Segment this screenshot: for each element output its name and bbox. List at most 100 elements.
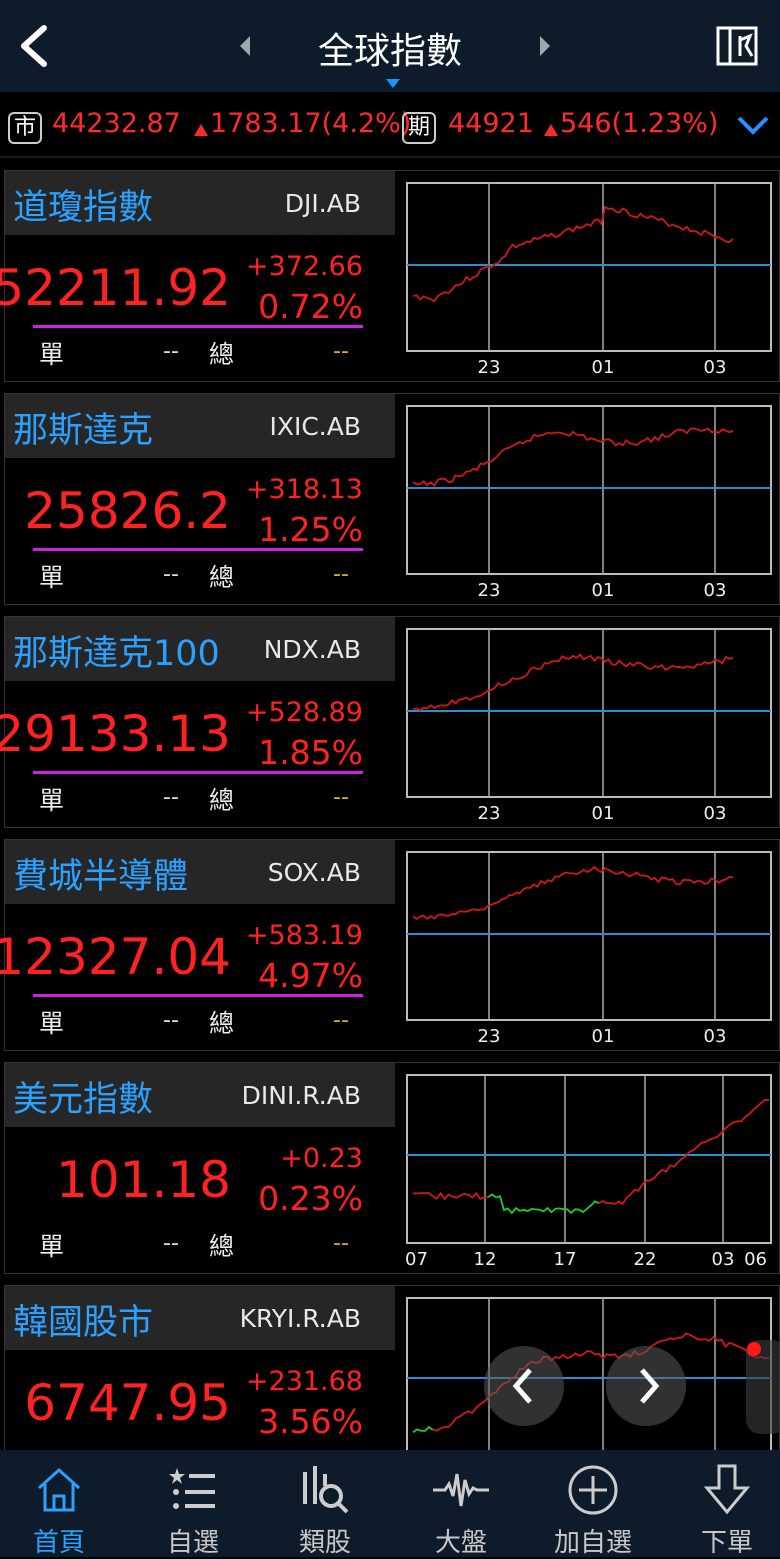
nav-watchlist[interactable]: 自選 xyxy=(138,1464,248,1559)
total-volume-value: -- xyxy=(333,339,349,364)
total-volume-value: -- xyxy=(333,1231,349,1256)
market-ticker[interactable]: 市 44232.87 1783.17(4.2%) 期 44921 546(1.2… xyxy=(0,92,780,158)
total-volume-label: 總 xyxy=(209,1009,235,1038)
layout-switch-icon[interactable] xyxy=(716,26,758,66)
nav-add-watchlist[interactable]: 加自選 xyxy=(538,1464,648,1559)
single-volume-value: -- xyxy=(163,1008,179,1033)
x-tick-label: 01 xyxy=(592,580,615,601)
index-change: +583.19 xyxy=(245,920,363,951)
index-change-percent: 0.23% xyxy=(258,1179,363,1218)
index-code: DJI.AB xyxy=(284,189,361,218)
nav-market[interactable]: 大盤 xyxy=(406,1464,516,1559)
index-change: +231.68 xyxy=(245,1366,363,1397)
total-volume-label: 總 xyxy=(209,786,235,815)
top-bar: 全球指數 xyxy=(0,0,780,92)
x-tick-label: 03 xyxy=(704,1026,727,1047)
index-change: +318.13 xyxy=(245,474,363,505)
market-change: 1783.17(4.2%) xyxy=(210,108,412,139)
index-change-percent: 0.72% xyxy=(258,287,363,326)
chart-frame xyxy=(406,182,772,352)
index-card[interactable]: 道瓊指數 DJI.AB 52211.92 +372.66 0.72% 單 -- 總 -- 23 01… xyxy=(0,170,780,382)
card-header: 韓國股市 KRYI.R.AB xyxy=(5,1286,395,1350)
index-price: 29133.13 xyxy=(0,705,231,763)
scroll-prev-button[interactable] xyxy=(484,1346,564,1426)
futures-change: 546(1.23%) xyxy=(560,108,719,139)
chevron-down-icon[interactable] xyxy=(736,114,770,136)
card-header: 費城半導體 SOX.AB xyxy=(5,840,395,904)
index-change-percent: 4.97% xyxy=(258,956,363,995)
chevron-right-icon xyxy=(640,1368,660,1404)
nav-label: 類股 xyxy=(298,1528,351,1558)
x-tick-label: 22 xyxy=(634,1249,657,1270)
chart-frame xyxy=(406,1297,772,1455)
x-tick-label: 17 xyxy=(554,1249,577,1270)
single-volume-label: 單 xyxy=(39,340,65,369)
nav-order[interactable]: 下單 xyxy=(672,1464,780,1559)
home-icon xyxy=(37,1467,81,1512)
mini-trend-chart: 23 01 03 xyxy=(406,405,772,601)
index-price: 25826.2 xyxy=(24,482,231,540)
x-tick-label: 23 xyxy=(478,803,501,824)
nav-label: 加自選 xyxy=(553,1528,632,1558)
x-tick-label: 23 xyxy=(478,1026,501,1047)
page-title: 全球指數 xyxy=(317,31,462,72)
index-card[interactable]: 那斯達克 IXIC.AB 25826.2 +318.13 1.25% 單 -- 總 -- 23 01… xyxy=(4,393,780,605)
bottom-nav: 首頁 自選 類股 大盤 加自選 下單 xyxy=(0,1450,780,1559)
index-code: SOX.AB xyxy=(267,858,361,887)
scroll-next-button[interactable] xyxy=(606,1346,686,1426)
futures-value: 44921 xyxy=(448,108,534,139)
total-volume-value: -- xyxy=(333,562,349,587)
sector-search-icon xyxy=(303,1466,349,1514)
x-tick-label: 03 xyxy=(704,803,727,824)
chevron-left-icon xyxy=(512,1368,532,1404)
index-change-percent: 3.56% xyxy=(258,1402,363,1441)
index-name: 韓國股市 xyxy=(13,1303,154,1343)
index-price: 52211.92 xyxy=(0,259,231,317)
pulse-icon xyxy=(433,1473,489,1507)
index-name: 那斯達克 xyxy=(13,411,154,451)
total-volume-value: -- xyxy=(333,785,349,810)
market-box: 市 xyxy=(8,112,42,144)
volume-bar xyxy=(33,548,363,551)
total-volume-label: 總 xyxy=(209,1232,235,1261)
x-tick-label: 03 xyxy=(704,357,727,378)
x-tick-label: 23 xyxy=(478,357,501,378)
next-page-icon[interactable] xyxy=(536,34,554,58)
index-name: 道瓊指數 xyxy=(13,188,154,228)
index-change-percent: 1.25% xyxy=(258,510,363,549)
index-code: KRYI.R.AB xyxy=(239,1304,361,1333)
futures-box: 期 xyxy=(402,112,436,144)
index-change: +0.23 xyxy=(280,1143,363,1174)
up-triangle-icon xyxy=(194,124,208,136)
index-change: +372.66 xyxy=(245,251,363,282)
nav-sector[interactable]: 類股 xyxy=(270,1464,380,1559)
index-card[interactable]: 那斯達克100 NDX.AB 29133.13 +528.89 1.85% 單 -- 總 -- 2… xyxy=(0,616,780,828)
single-volume-label: 單 xyxy=(39,563,65,592)
index-name: 美元指數 xyxy=(13,1080,154,1120)
chart-frame xyxy=(406,405,772,575)
page-indicator xyxy=(386,79,400,88)
nav-label: 自選 xyxy=(166,1528,219,1558)
index-price: 101.18 xyxy=(56,1151,231,1209)
mini-trend-chart: 23 01 03 xyxy=(406,851,772,1047)
index-code: NDX.AB xyxy=(263,635,361,664)
index-card[interactable]: 費城半導體 SOX.AB 12327.04 +583.19 4.97% 單 -- 總 -- 23 0… xyxy=(0,839,780,1051)
x-tick-label: 12 xyxy=(474,1249,497,1270)
x-tick-label: 07 xyxy=(405,1249,428,1270)
total-volume-value: -- xyxy=(333,1008,349,1033)
card-header: 美元指數 DINI.R.AB xyxy=(5,1063,395,1127)
card-header: 道瓊指數 DJI.AB xyxy=(5,171,395,235)
single-volume-label: 單 xyxy=(39,1232,65,1261)
nav-label: 下單 xyxy=(700,1528,753,1558)
notification-dot xyxy=(747,1342,761,1356)
add-circle-icon xyxy=(568,1465,618,1515)
total-volume-label: 總 xyxy=(209,563,235,592)
index-name: 費城半導體 xyxy=(13,857,189,897)
x-tick-label: 03 xyxy=(712,1249,735,1270)
total-volume-label: 總 xyxy=(209,340,235,369)
single-volume-value: -- xyxy=(163,562,179,587)
mini-trend-chart: 23 01 03 xyxy=(406,182,772,378)
x-tick-label: 23 xyxy=(478,580,501,601)
nav-home[interactable]: 首頁 xyxy=(4,1464,114,1559)
index-card[interactable]: 美元指數 DINI.R.AB 101.18 +0.23 0.23% 單 -- 總 -- 07 12 1… xyxy=(4,1062,780,1274)
